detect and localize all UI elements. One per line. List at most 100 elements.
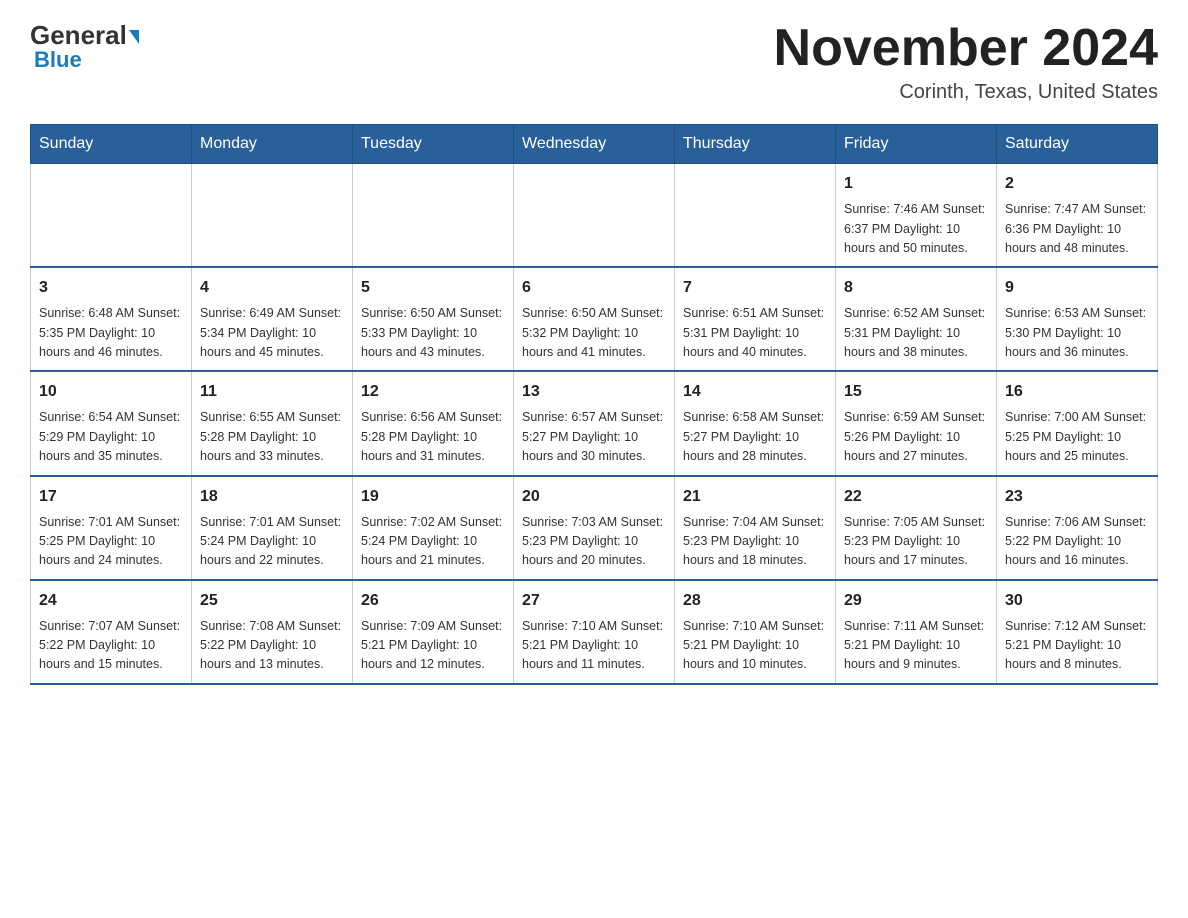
page-header: General Blue November 2024 Corinth, Texa…: [30, 20, 1158, 104]
day-number: 14: [683, 380, 827, 404]
calendar-cell: 3Sunrise: 6:48 AM Sunset: 5:35 PM Daylig…: [31, 267, 192, 371]
day-number: 11: [200, 380, 344, 404]
day-number: 26: [361, 589, 505, 613]
day-info: Sunrise: 6:56 AM Sunset: 5:28 PM Dayligh…: [361, 408, 505, 466]
calendar-cell: 16Sunrise: 7:00 AM Sunset: 5:25 PM Dayli…: [997, 371, 1158, 475]
day-info: Sunrise: 7:11 AM Sunset: 5:21 PM Dayligh…: [844, 617, 988, 675]
day-number: 19: [361, 485, 505, 509]
calendar-cell: 19 Sunrise: 7:02 AM Sunset: 5:24 PM Dayli…: [353, 476, 514, 580]
day-number: 7: [683, 276, 827, 300]
calendar-week-row: 17 Sunrise: 7:01 AM Sunset: 5:25 PM Dayli…: [31, 476, 1158, 580]
day-info: Sunrise: 7:03 AM Sunset: 5:23 PM Dayligh…: [522, 513, 666, 571]
calendar-cell: [353, 164, 514, 268]
calendar-week-row: 1 Sunrise: 7:46 AM Sunset: 6:37 PM Daylig…: [31, 164, 1158, 268]
day-number: 15: [844, 380, 988, 404]
day-number: 2: [1005, 172, 1149, 196]
day-info: Sunrise: 7:07 AM Sunset: 5:22 PM Dayligh…: [39, 617, 183, 675]
day-number: 12: [361, 380, 505, 404]
calendar-cell: 10Sunrise: 6:54 AM Sunset: 5:29 PM Dayli…: [31, 371, 192, 475]
day-number: 9: [1005, 276, 1149, 300]
day-number: 28: [683, 589, 827, 613]
calendar-cell: 8 Sunrise: 6:52 AM Sunset: 5:31 PM Daylig…: [836, 267, 997, 371]
calendar-cell: 27Sunrise: 7:10 AM Sunset: 5:21 PM Dayli…: [514, 580, 675, 684]
day-info: Sunrise: 6:50 AM Sunset: 5:32 PM Dayligh…: [522, 304, 666, 362]
day-info: Sunrise: 7:06 AM Sunset: 5:22 PM Dayligh…: [1005, 513, 1149, 571]
calendar-cell: [31, 164, 192, 268]
day-number: 8: [844, 276, 988, 300]
day-info: Sunrise: 6:51 AM Sunset: 5:31 PM Dayligh…: [683, 304, 827, 362]
day-info: Sunrise: 6:52 AM Sunset: 5:31 PM Dayligh…: [844, 304, 988, 362]
calendar-cell: 21 Sunrise: 7:04 AM Sunset: 5:23 PM Dayli…: [675, 476, 836, 580]
calendar-cell: 4 Sunrise: 6:49 AM Sunset: 5:34 PM Daylig…: [192, 267, 353, 371]
calendar-header: SundayMondayTuesdayWednesdayThursdayFrid…: [31, 125, 1158, 164]
calendar-cell: 2 Sunrise: 7:47 AM Sunset: 6:36 PM Daylig…: [997, 164, 1158, 268]
calendar-cell: 17 Sunrise: 7:01 AM Sunset: 5:25 PM Dayli…: [31, 476, 192, 580]
calendar-cell: 18 Sunrise: 7:01 AM Sunset: 5:24 PM Dayli…: [192, 476, 353, 580]
calendar-cell: 1 Sunrise: 7:46 AM Sunset: 6:37 PM Daylig…: [836, 164, 997, 268]
day-number: 21: [683, 485, 827, 509]
calendar-cell: [675, 164, 836, 268]
day-info: Sunrise: 7:46 AM Sunset: 6:37 PM Dayligh…: [844, 200, 988, 258]
calendar-week-row: 10Sunrise: 6:54 AM Sunset: 5:29 PM Dayli…: [31, 371, 1158, 475]
calendar-cell: 11 Sunrise: 6:55 AM Sunset: 5:28 PM Dayli…: [192, 371, 353, 475]
logo-blue-word: Blue: [34, 47, 82, 73]
day-info: Sunrise: 7:08 AM Sunset: 5:22 PM Dayligh…: [200, 617, 344, 675]
calendar-cell: 9 Sunrise: 6:53 AM Sunset: 5:30 PM Daylig…: [997, 267, 1158, 371]
day-info: Sunrise: 7:04 AM Sunset: 5:23 PM Dayligh…: [683, 513, 827, 571]
calendar-cell: 14 Sunrise: 6:58 AM Sunset: 5:27 PM Dayli…: [675, 371, 836, 475]
day-info: Sunrise: 6:59 AM Sunset: 5:26 PM Dayligh…: [844, 408, 988, 466]
day-info: Sunrise: 7:10 AM Sunset: 5:21 PM Dayligh…: [522, 617, 666, 675]
calendar-table: SundayMondayTuesdayWednesdayThursdayFrid…: [30, 124, 1158, 685]
title-section: November 2024 Corinth, Texas, United Sta…: [774, 20, 1158, 104]
day-number: 13: [522, 380, 666, 404]
calendar-cell: 7 Sunrise: 6:51 AM Sunset: 5:31 PM Daylig…: [675, 267, 836, 371]
logo-arrow-icon: [129, 30, 139, 44]
weekday-header-thursday: Thursday: [675, 125, 836, 164]
calendar-body: 1 Sunrise: 7:46 AM Sunset: 6:37 PM Daylig…: [31, 164, 1158, 684]
day-number: 30: [1005, 589, 1149, 613]
day-info: Sunrise: 7:00 AM Sunset: 5:25 PM Dayligh…: [1005, 408, 1149, 466]
day-info: Sunrise: 7:02 AM Sunset: 5:24 PM Dayligh…: [361, 513, 505, 571]
day-info: Sunrise: 7:01 AM Sunset: 5:24 PM Dayligh…: [200, 513, 344, 571]
weekday-header-friday: Friday: [836, 125, 997, 164]
day-info: Sunrise: 6:48 AM Sunset: 5:35 PM Dayligh…: [39, 304, 183, 362]
weekday-header-wednesday: Wednesday: [514, 125, 675, 164]
day-number: 1: [844, 172, 988, 196]
location-subtitle: Corinth, Texas, United States: [774, 81, 1158, 104]
day-number: 24: [39, 589, 183, 613]
day-info: Sunrise: 7:47 AM Sunset: 6:36 PM Dayligh…: [1005, 200, 1149, 258]
day-info: Sunrise: 7:12 AM Sunset: 5:21 PM Dayligh…: [1005, 617, 1149, 675]
day-info: Sunrise: 7:05 AM Sunset: 5:23 PM Dayligh…: [844, 513, 988, 571]
day-number: 23: [1005, 485, 1149, 509]
day-info: Sunrise: 6:55 AM Sunset: 5:28 PM Dayligh…: [200, 408, 344, 466]
day-info: Sunrise: 6:50 AM Sunset: 5:33 PM Dayligh…: [361, 304, 505, 362]
weekday-header-saturday: Saturday: [997, 125, 1158, 164]
day-number: 25: [200, 589, 344, 613]
calendar-cell: 5 Sunrise: 6:50 AM Sunset: 5:33 PM Daylig…: [353, 267, 514, 371]
day-number: 17: [39, 485, 183, 509]
day-info: Sunrise: 6:57 AM Sunset: 5:27 PM Dayligh…: [522, 408, 666, 466]
day-number: 4: [200, 276, 344, 300]
calendar-cell: 26Sunrise: 7:09 AM Sunset: 5:21 PM Dayli…: [353, 580, 514, 684]
calendar-week-row: 24 Sunrise: 7:07 AM Sunset: 5:22 PM Dayli…: [31, 580, 1158, 684]
month-year-title: November 2024: [774, 20, 1158, 77]
calendar-cell: 20Sunrise: 7:03 AM Sunset: 5:23 PM Dayli…: [514, 476, 675, 580]
calendar-week-row: 3Sunrise: 6:48 AM Sunset: 5:35 PM Daylig…: [31, 267, 1158, 371]
calendar-cell: 13 Sunrise: 6:57 AM Sunset: 5:27 PM Dayli…: [514, 371, 675, 475]
weekday-header-sunday: Sunday: [31, 125, 192, 164]
day-info: Sunrise: 6:49 AM Sunset: 5:34 PM Dayligh…: [200, 304, 344, 362]
day-info: Sunrise: 6:53 AM Sunset: 5:30 PM Dayligh…: [1005, 304, 1149, 362]
day-number: 5: [361, 276, 505, 300]
day-info: Sunrise: 7:10 AM Sunset: 5:21 PM Dayligh…: [683, 617, 827, 675]
logo: General Blue: [30, 20, 139, 73]
day-info: Sunrise: 6:54 AM Sunset: 5:29 PM Dayligh…: [39, 408, 183, 466]
day-info: Sunrise: 7:01 AM Sunset: 5:25 PM Dayligh…: [39, 513, 183, 571]
calendar-cell: 30 Sunrise: 7:12 AM Sunset: 5:21 PM Dayli…: [997, 580, 1158, 684]
calendar-cell: 12 Sunrise: 6:56 AM Sunset: 5:28 PM Dayli…: [353, 371, 514, 475]
day-number: 22: [844, 485, 988, 509]
day-number: 18: [200, 485, 344, 509]
calendar-cell: [192, 164, 353, 268]
day-number: 29: [844, 589, 988, 613]
day-info: Sunrise: 6:58 AM Sunset: 5:27 PM Dayligh…: [683, 408, 827, 466]
weekday-header-tuesday: Tuesday: [353, 125, 514, 164]
